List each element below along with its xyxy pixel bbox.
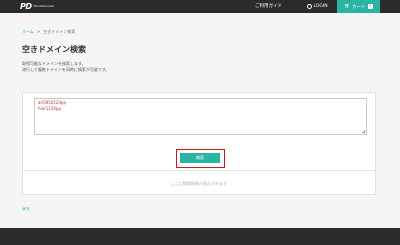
top-header: PD PandaDomain ご利用ガイド LOGIN 🛒︎ カート 0 [0, 0, 400, 13]
description-line-2: 改行して複数ドメインを同時に検索が可能です。 [22, 67, 110, 72]
breadcrumb-home[interactable]: ホーム [22, 29, 34, 35]
domain-line-2: hiar1234pp [38, 106, 61, 111]
breadcrumb-current: 空きドメイン検索 [43, 29, 76, 34]
resize-handle[interactable] [362, 130, 365, 133]
breadcrumb: ホーム > 空きドメイン検索 [22, 29, 75, 35]
guide-link[interactable]: ご利用ガイド [255, 0, 282, 13]
cart-label: カート [352, 4, 366, 10]
page-title: 空きドメイン検索 [22, 45, 86, 54]
login-label: LOGIN [313, 4, 328, 9]
breadcrumb-separator: > [36, 29, 41, 34]
domain-textarea[interactable]: ari5050124pp hiar1234pp [34, 98, 367, 135]
logo-mark: PD [20, 2, 32, 11]
page-description: 取得可能なドメインを検索します。 改行して複数ドメインを同時に検索が可能です。 [22, 61, 109, 73]
cart-button[interactable]: 🛒︎ カート 0 [337, 0, 380, 13]
logo-text: PandaDomain [33, 4, 55, 8]
cart-icon: 🛒︎ [344, 4, 351, 9]
site-logo[interactable]: PD PandaDomain [20, 2, 54, 11]
result-panel: ここに検索結果が表示されます [22, 170, 376, 195]
search-card: ari5050124pp hiar1234pp 検索 [22, 92, 376, 177]
user-icon [307, 4, 312, 9]
footer [0, 228, 400, 245]
login-link[interactable]: LOGIN [307, 0, 328, 13]
cart-count-badge: 0 [367, 4, 373, 9]
back-link[interactable]: 戻る [22, 206, 30, 212]
search-button[interactable]: 検索 [180, 153, 220, 163]
search-button-highlight: 検索 [176, 149, 225, 168]
